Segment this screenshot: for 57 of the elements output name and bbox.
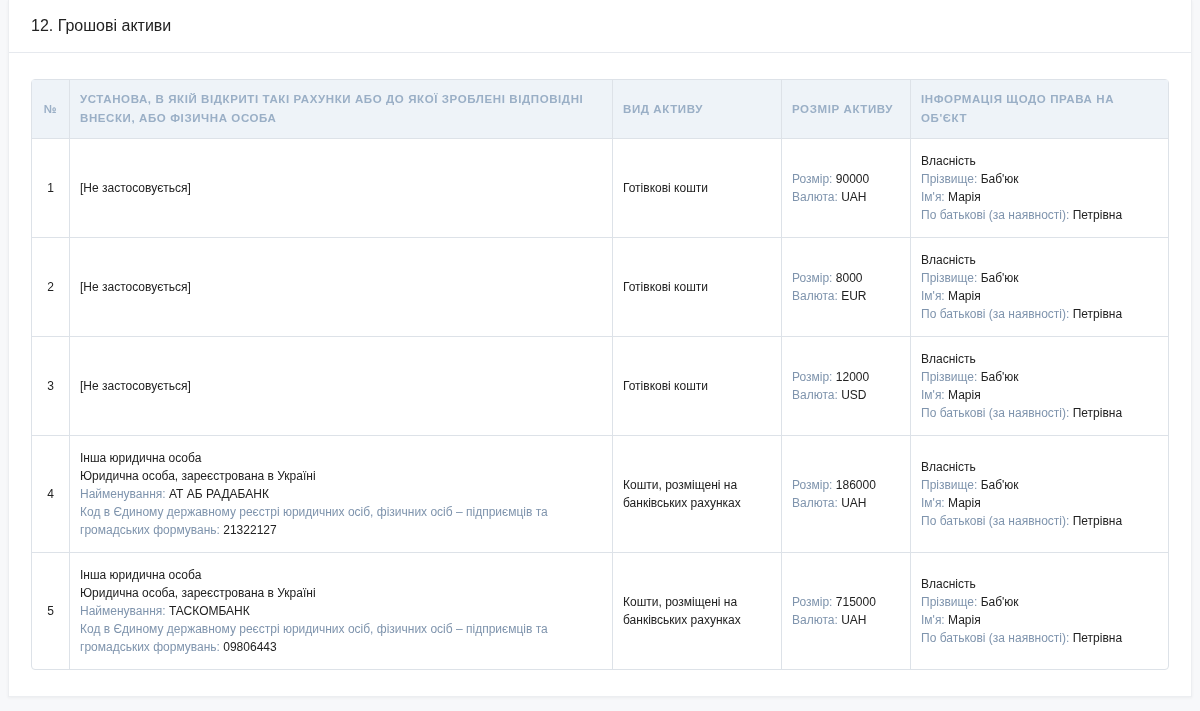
field-line: Ім'я: Марія <box>921 189 982 206</box>
field-line: По батькові (за наявності): Петрівна <box>921 513 1124 530</box>
cell-text: [Не застосовується] <box>80 378 192 395</box>
field-line: Розмір: 90000 <box>792 171 871 188</box>
row-number: 2 <box>32 237 69 336</box>
field-line: Розмір: 12000 <box>792 369 871 386</box>
field-line: Найменування: ТАСКОМБАНК <box>80 603 251 620</box>
field-line: По батькові (за наявності): Петрівна <box>921 306 1124 323</box>
field-line: Прізвище: Баб'юк <box>921 594 1020 611</box>
table-cell: Кошти, розміщені на банківських рахунках <box>612 552 781 669</box>
column-header: ВИД АКТИВУ <box>612 80 781 138</box>
table-cell: Готівкові кошти <box>612 138 781 237</box>
column-header: РОЗМІР АКТИВУ <box>781 80 910 138</box>
cell-text: Власність <box>921 459 977 476</box>
table-cell: Готівкові кошти <box>612 336 781 435</box>
cell-text: Юридична особа, зареєстрована в Україні <box>80 585 317 602</box>
cell-text: [Не застосовується] <box>80 180 192 197</box>
cell-text: Інша юридична особа <box>80 450 203 467</box>
field-line: По батькові (за наявності): Петрівна <box>921 630 1124 647</box>
field-line: Прізвище: Баб'юк <box>921 171 1020 188</box>
table-cell: Кошти, розміщені на банківських рахунках <box>612 435 781 552</box>
field-line: Валюта: UAH <box>792 189 868 206</box>
field-line: Ім'я: Марія <box>921 495 982 512</box>
field-line: Розмір: 8000 <box>792 270 864 287</box>
column-header: № <box>32 80 69 138</box>
cell-text: Власність <box>921 252 977 269</box>
field-line: Прізвище: Баб'юк <box>921 369 1020 386</box>
field-line: Ім'я: Марія <box>921 612 982 629</box>
section-title: 12. Грошові активи <box>31 17 172 35</box>
field-line: По батькові (за наявності): Петрівна <box>921 405 1124 422</box>
field-line: Код в Єдиному державному реєстрі юридичних осіб, фізичних осіб – підприємців та громадських формувань: 09806443 <box>80 621 549 656</box>
row-number: 5 <box>32 552 69 669</box>
field-line: Прізвище: Баб'юк <box>921 477 1020 494</box>
cell-text: [Не застосовується] <box>80 279 192 296</box>
column-header: ІНФОРМАЦІЯ ЩОДО ПРАВА НА ОБ'ЄКТ <box>910 80 1168 138</box>
cell-text: Юридична особа, зареєстрована в Україні <box>80 468 317 485</box>
field-line: Розмір: 715000 <box>792 594 877 611</box>
cell-text: Власність <box>921 351 977 368</box>
field-line: Розмір: 186000 <box>792 477 877 494</box>
field-line: Валюта: UAH <box>792 495 868 512</box>
field-line: Ім'я: Марія <box>921 387 982 404</box>
row-number: 3 <box>32 336 69 435</box>
field-line: По батькові (за наявності): Петрівна <box>921 207 1124 224</box>
row-number: 1 <box>32 138 69 237</box>
column-header: УСТАНОВА, В ЯКІЙ ВІДКРИТІ ТАКІ РАХУНКИ АБО ДО ЯКОЇ ЗРОБЛЕНІ ВІДПОВІДНІ ВНЕСКИ, АБО ФІЗИЧНА ОСОБА <box>69 80 612 138</box>
field-line: Прізвище: Баб'юк <box>921 270 1020 287</box>
field-line: Найменування: АТ АБ РАДАБАНК <box>80 486 270 503</box>
field-line: Код в Єдиному державному реєстрі юридичних осіб, фізичних осіб – підприємців та громадських формувань: 21322127 <box>80 504 549 539</box>
field-line: Валюта: EUR <box>792 288 868 305</box>
cell-text: Власність <box>921 153 977 170</box>
field-line: Ім'я: Марія <box>921 288 982 305</box>
field-line: Валюта: UAH <box>792 612 868 629</box>
cell-text: Власність <box>921 576 977 593</box>
field-line: Валюта: USD <box>792 387 868 404</box>
row-number: 4 <box>32 435 69 552</box>
table-cell: Готівкові кошти <box>612 237 781 336</box>
cell-text: Інша юридична особа <box>80 567 203 584</box>
